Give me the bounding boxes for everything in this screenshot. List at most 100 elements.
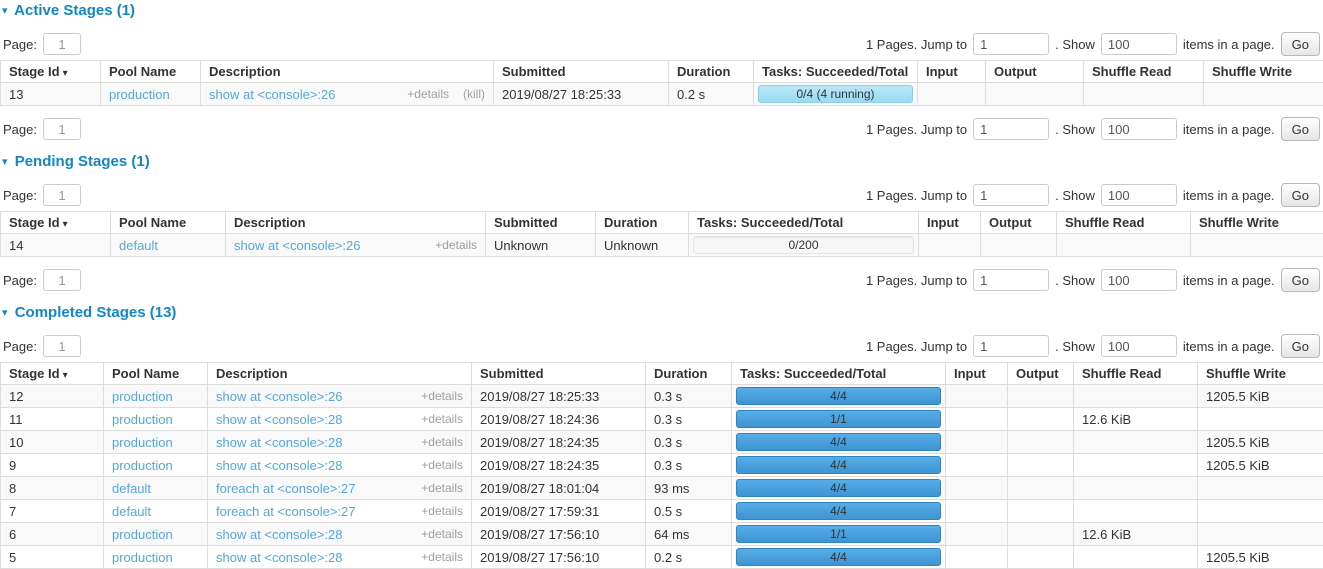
col-header-output[interactable]: Output	[1008, 363, 1074, 385]
pool-name-link[interactable]: production	[109, 87, 170, 102]
table-header: Stage Id▾Pool NameDescriptionSubmittedDu…	[1, 212, 1323, 234]
col-header-shuffle-read[interactable]: Shuffle Read	[1057, 212, 1191, 234]
col-header-tasks[interactable]: Tasks: Succeeded/Total	[754, 61, 918, 83]
pagination-bar: Page: 1 Pages. Jump to . Show items in a…	[1, 117, 1322, 141]
show-count-input[interactable]	[1101, 33, 1177, 55]
go-button[interactable]: Go	[1281, 183, 1320, 207]
page-number-input[interactable]	[43, 335, 81, 357]
tasks-progress-cell: 1/1	[732, 523, 946, 546]
jump-to-input[interactable]	[973, 118, 1049, 140]
col-header-submitted[interactable]: Submitted	[472, 363, 646, 385]
jump-to-input[interactable]	[973, 269, 1049, 291]
pool-name-link[interactable]: default	[112, 481, 151, 496]
details-toggle[interactable]: +details	[421, 504, 463, 518]
shuffle-read-cell	[1074, 546, 1198, 569]
active-stages-table: Stage Id▾Pool NameDescriptionSubmittedDu…	[0, 60, 1323, 106]
pool-name-link[interactable]: default	[119, 238, 158, 253]
duration-cell: 0.5 s	[646, 500, 732, 523]
go-button[interactable]: Go	[1281, 32, 1320, 56]
jump-to-input[interactable]	[973, 33, 1049, 55]
col-header-pool-name[interactable]: Pool Name	[104, 363, 208, 385]
col-header-input[interactable]: Input	[919, 212, 981, 234]
col-header-description[interactable]: Description	[208, 363, 472, 385]
pool-name-link[interactable]: production	[112, 389, 173, 404]
col-header-stage-id[interactable]: Stage Id▾	[1, 61, 101, 83]
table-header: Stage Id▾Pool NameDescriptionSubmittedDu…	[1, 363, 1323, 385]
col-header-tasks[interactable]: Tasks: Succeeded/Total	[732, 363, 946, 385]
description-link[interactable]: show at <console>:26	[209, 87, 335, 102]
description-cell: foreach at <console>:27 +details	[208, 500, 472, 523]
jump-to-input[interactable]	[973, 184, 1049, 206]
col-header-pool-name[interactable]: Pool Name	[111, 212, 226, 234]
details-toggle[interactable]: +details	[421, 481, 463, 495]
pool-name-link[interactable]: production	[112, 527, 173, 542]
go-button[interactable]: Go	[1281, 268, 1320, 292]
col-header-duration[interactable]: Duration	[669, 61, 754, 83]
details-toggle[interactable]: +details	[421, 458, 463, 472]
col-header-pool-name[interactable]: Pool Name	[101, 61, 201, 83]
stage-row: 6productionshow at <console>:28+details2…	[1, 523, 1323, 546]
jump-to-input[interactable]	[973, 335, 1049, 357]
duration-cell: 93 ms	[646, 477, 732, 500]
go-button[interactable]: Go	[1281, 117, 1320, 141]
col-header-description[interactable]: Description	[226, 212, 486, 234]
col-header-shuffle-write[interactable]: Shuffle Write	[1198, 363, 1323, 385]
tasks-progress-bar: 4/4	[736, 479, 941, 497]
col-header-stage-id[interactable]: Stage Id▾	[1, 363, 104, 385]
col-header-output[interactable]: Output	[981, 212, 1057, 234]
col-header-input[interactable]: Input	[946, 363, 1008, 385]
completed-stages-heading[interactable]: ▾ Completed Stages (13)	[2, 304, 1323, 323]
col-header-shuffle-read[interactable]: Shuffle Read	[1074, 363, 1198, 385]
description-cell: show at <console>:26 +details	[208, 385, 472, 408]
details-toggle[interactable]: +details	[421, 389, 463, 403]
description-link[interactable]: show at <console>:28	[216, 550, 342, 565]
kill-link[interactable]: (kill)	[463, 87, 485, 101]
description-link[interactable]: show at <console>:28	[216, 435, 342, 450]
col-header-shuffle-write[interactable]: Shuffle Write	[1204, 61, 1323, 83]
col-header-tasks[interactable]: Tasks: Succeeded/Total	[689, 212, 919, 234]
details-toggle[interactable]: +details	[421, 435, 463, 449]
sort-desc-icon: ▾	[63, 68, 68, 79]
go-button[interactable]: Go	[1281, 334, 1320, 358]
pagination-controls: 1 Pages. Jump to . Show items in a page.…	[866, 117, 1322, 141]
description-link[interactable]: show at <console>:28	[216, 458, 342, 473]
col-header-duration[interactable]: Duration	[596, 212, 689, 234]
show-count-input[interactable]	[1101, 269, 1177, 291]
col-header-shuffle-write[interactable]: Shuffle Write	[1191, 212, 1323, 234]
col-header-output[interactable]: Output	[986, 61, 1084, 83]
description-link[interactable]: show at <console>:26	[234, 238, 360, 253]
details-toggle[interactable]: +details	[435, 238, 477, 252]
pool-name-link[interactable]: production	[112, 412, 173, 427]
description-link[interactable]: show at <console>:28	[216, 527, 342, 542]
col-header-shuffle-read[interactable]: Shuffle Read	[1084, 61, 1204, 83]
page-number-input[interactable]	[43, 269, 81, 291]
col-header-submitted[interactable]: Submitted	[486, 212, 596, 234]
col-header-duration[interactable]: Duration	[646, 363, 732, 385]
pool-name-link[interactable]: production	[112, 458, 173, 473]
page-number-input[interactable]	[43, 184, 81, 206]
page-number-input[interactable]	[43, 33, 81, 55]
description-link[interactable]: foreach at <console>:27	[216, 504, 356, 519]
col-header-description[interactable]: Description	[201, 61, 494, 83]
pool-name-link[interactable]: default	[112, 504, 151, 519]
details-toggle[interactable]: +details	[407, 87, 449, 101]
pool-name-link[interactable]: production	[112, 550, 173, 565]
details-toggle[interactable]: +details	[421, 412, 463, 426]
col-header-input[interactable]: Input	[918, 61, 986, 83]
show-count-input[interactable]	[1101, 335, 1177, 357]
pool-name-link[interactable]: production	[112, 435, 173, 450]
active-stages-heading[interactable]: ▾ Active Stages (1)	[2, 2, 1323, 21]
page-number-input[interactable]	[43, 118, 81, 140]
description-link[interactable]: foreach at <console>:27	[216, 481, 356, 496]
col-header-stage-id[interactable]: Stage Id▾	[1, 212, 111, 234]
description-extras: +details	[421, 550, 463, 564]
show-count-input[interactable]	[1101, 184, 1177, 206]
pending-stages-heading[interactable]: ▾ Pending Stages (1)	[2, 153, 1323, 172]
col-header-submitted[interactable]: Submitted	[494, 61, 669, 83]
show-count-input[interactable]	[1101, 118, 1177, 140]
details-toggle[interactable]: +details	[421, 527, 463, 541]
description-link[interactable]: show at <console>:28	[216, 412, 342, 427]
section-title-text: Active Stages (1)	[14, 2, 135, 19]
details-toggle[interactable]: +details	[421, 550, 463, 564]
description-link[interactable]: show at <console>:26	[216, 389, 342, 404]
